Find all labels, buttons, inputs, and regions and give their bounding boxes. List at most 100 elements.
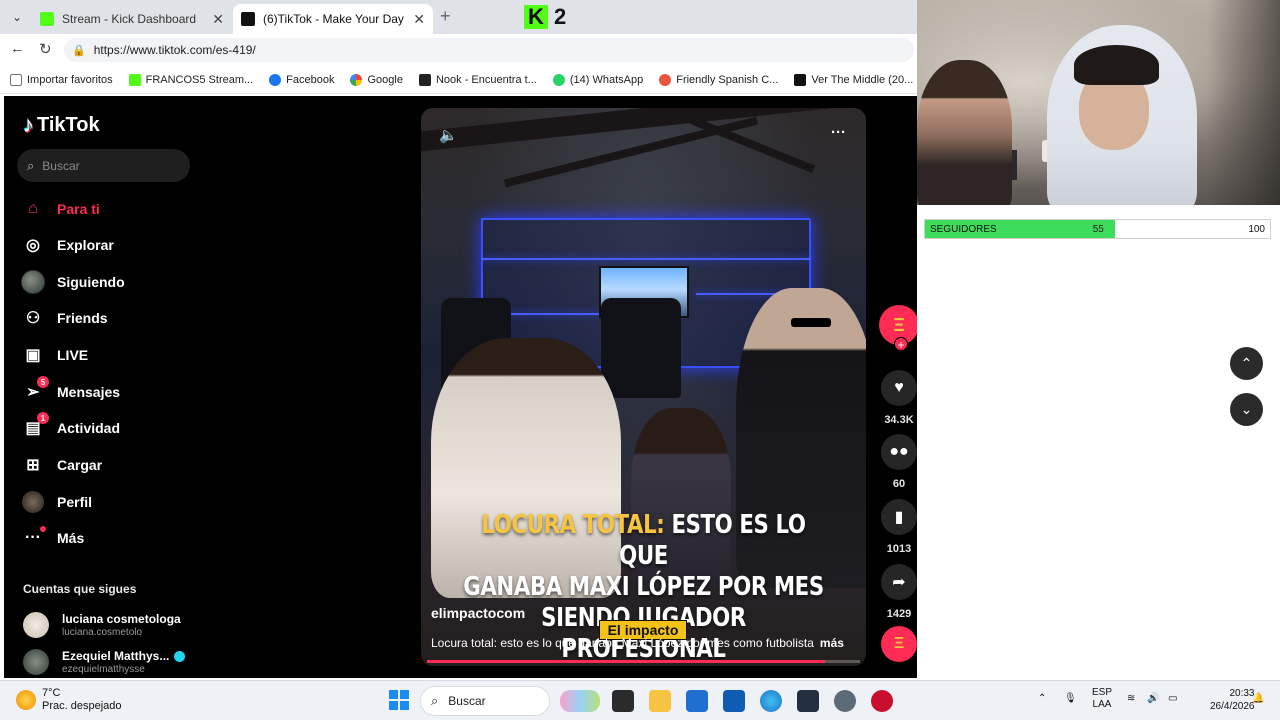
system-clock[interactable]: 20:33 26/4/2026 — [1210, 687, 1255, 713]
more-options-icon[interactable]: ··· — [831, 124, 846, 141]
save-action[interactable]: ▮ 1013 — [878, 499, 917, 555]
home-icon: ⌂ — [28, 200, 38, 217]
kick-overlay-number: 2 — [554, 4, 567, 29]
previous-video-chevron-up-icon[interactable]: ⌃ — [1230, 347, 1263, 380]
bookmark-import[interactable]: Importar favoritos — [10, 73, 113, 86]
sunglasses — [791, 318, 831, 327]
bookmark-label: Ver The Middle (20... — [811, 73, 914, 86]
clock-date: 26/4/2026 — [1210, 701, 1255, 712]
back-arrow-icon[interactable]: ← — [10, 40, 25, 57]
comment-count: 60 — [892, 478, 906, 490]
tiktok-logo[interactable]: ♪ TikTok — [23, 112, 100, 138]
like-action[interactable]: ♥ 34.3K — [878, 370, 917, 426]
file-explorer-icon[interactable] — [649, 690, 671, 712]
bookmark-the-middle[interactable]: Ver The Middle (20... — [794, 73, 914, 86]
video-progress-fill — [427, 660, 826, 663]
next-video-chevron-down-icon[interactable]: ⌄ — [1230, 393, 1263, 426]
nav-para-ti[interactable]: ⌂ Para ti — [20, 194, 100, 224]
tray-overflow-chevron-icon[interactable]: ⌃ — [1038, 693, 1046, 705]
webcam-hair — [1074, 45, 1159, 85]
friends-icon: ⚇ — [25, 310, 41, 327]
bookmark-whatsapp[interactable]: (14) WhatsApp — [552, 73, 643, 86]
nav-explorar[interactable]: ◎ Explorar — [20, 230, 114, 260]
microphone-icon[interactable]: 🎙 — [1064, 693, 1077, 705]
kick-icon — [128, 73, 141, 86]
input-language[interactable]: ESP LAA — [1092, 687, 1112, 711]
clock-time: 20:33 — [1229, 688, 1255, 699]
more-icon: ··· — [20, 525, 46, 551]
settings-gear-icon[interactable] — [834, 690, 856, 712]
heart-icon: ♥ — [881, 370, 917, 406]
nav-perfil[interactable]: Perfil — [20, 487, 92, 517]
bookmark-label: Facebook — [286, 73, 335, 86]
verified-badge-icon — [174, 650, 186, 662]
volume-icon[interactable]: 🔈 — [439, 126, 458, 144]
site-info-lock-icon[interactable]: 🔒 — [72, 44, 86, 57]
video-player[interactable]: 🔈 ··· LOCURA TOTAL: ESTO ES LO QUE GANAB… — [421, 108, 866, 666]
bookmark-nook[interactable]: Nook - Encuentra t... — [418, 73, 537, 86]
bookmarks-bar: Importar favoritos FRANCOS5 Stream... Fa… — [0, 66, 917, 94]
share-action[interactable]: ➦ 1429 — [878, 564, 917, 620]
comment-action[interactable]: ●● 60 — [878, 434, 917, 490]
windows-taskbar: 7°C Prac. despejado ⌕ Buscar ⌃ 🎙 ESP LAA… — [0, 680, 1280, 720]
reload-icon[interactable]: ↻ — [39, 40, 52, 58]
tab-title: (6)TikTok - Make Your Day — [263, 12, 404, 26]
tab-tiktok[interactable]: (6)TikTok - Make Your Day ✕ — [233, 4, 433, 34]
language-code: ESP — [1092, 687, 1113, 698]
outlook-app-icon[interactable] — [723, 690, 745, 712]
nav-label: Para ti — [57, 201, 100, 217]
nav-live[interactable]: ▣ LIVE — [20, 340, 88, 370]
url-text: https://www.tiktok.com/es-419/ — [93, 43, 256, 57]
volume-icon[interactable]: 🔊 — [1147, 693, 1159, 705]
webcam-shadow — [1207, 0, 1280, 205]
bookmark-friendly-spanish[interactable]: Friendly Spanish C... — [659, 73, 778, 86]
search-box[interactable]: ⌕ — [17, 149, 190, 182]
whatsapp-icon — [552, 73, 565, 86]
taskbar-search[interactable]: ⌕ Buscar — [420, 686, 550, 716]
edge-browser-icon[interactable] — [760, 690, 782, 712]
music-disc-icon[interactable]: Ξ — [881, 626, 917, 662]
video-author[interactable]: elimpactocom — [431, 605, 525, 621]
tab-kick-dashboard[interactable]: Stream - Kick Dashboard ✕ — [32, 4, 232, 34]
tab-actions-chevron-icon[interactable]: ⌄ — [6, 7, 28, 27]
close-tab-icon[interactable]: ✕ — [413, 11, 425, 28]
account-handle: ezequielmatthysse — [62, 664, 145, 675]
live-icon: ▣ — [25, 347, 41, 364]
new-tab-plus-icon[interactable]: + — [440, 6, 451, 27]
more-link[interactable]: más — [820, 636, 844, 650]
facebook-icon — [269, 73, 282, 86]
store-app-icon[interactable] — [686, 690, 708, 712]
windows-start-icon[interactable] — [389, 690, 409, 710]
video-progress-bar[interactable] — [427, 660, 860, 663]
description-text: Locura total: esto es lo que ganaba Maxi… — [431, 636, 814, 650]
bookmark-kick[interactable]: FRANCOS5 Stream... — [128, 73, 253, 86]
search-input[interactable] — [42, 158, 163, 173]
terminal-app-icon[interactable] — [612, 690, 634, 712]
copilot-widget-icon[interactable] — [560, 690, 600, 712]
nav-siguiendo[interactable]: Siguiendo — [20, 267, 125, 297]
wifi-icon[interactable]: ≋ — [1127, 693, 1135, 705]
followed-account[interactable]: Ezequiel Matthys... ezequielmatthysse — [23, 649, 186, 675]
pinned-app-icon[interactable] — [871, 690, 893, 712]
notifications-bell-icon[interactable]: 🔔 — [1252, 693, 1264, 705]
amazon-app-icon[interactable] — [797, 690, 819, 712]
nav-mas[interactable]: ··· Más — [20, 523, 84, 553]
weather-widget[interactable]: 7°C Prac. despejado — [16, 687, 122, 713]
nav-cargar[interactable]: ⊞ Cargar — [20, 450, 102, 480]
followed-account[interactable]: luciana cosmetologa luciana.cosmetolo — [23, 612, 181, 638]
nav-actividad[interactable]: ▤ 1 Actividad — [20, 412, 120, 443]
search-icon: ⌕ — [27, 157, 35, 173]
bookmark-google[interactable]: Google — [350, 73, 403, 86]
bookmark-facebook[interactable]: Facebook — [269, 73, 335, 86]
the-middle-icon — [794, 73, 807, 86]
upload-icon: ⊞ — [26, 457, 40, 474]
battery-icon[interactable]: ▭ — [1168, 693, 1177, 705]
account-name: luciana cosmetologa — [62, 612, 181, 626]
tab-title: Stream - Kick Dashboard — [62, 12, 197, 26]
close-tab-icon[interactable]: ✕ — [212, 11, 224, 28]
url-field[interactable]: 🔒 https://www.tiktok.com/es-419/ — [64, 38, 914, 62]
follow-plus-icon[interactable]: + — [894, 337, 908, 352]
nav-friends[interactable]: ⚇ Friends — [20, 303, 108, 333]
kick-favicon-icon — [40, 12, 54, 26]
nav-mensajes[interactable]: ➢ 5 Mensajes — [20, 376, 120, 407]
